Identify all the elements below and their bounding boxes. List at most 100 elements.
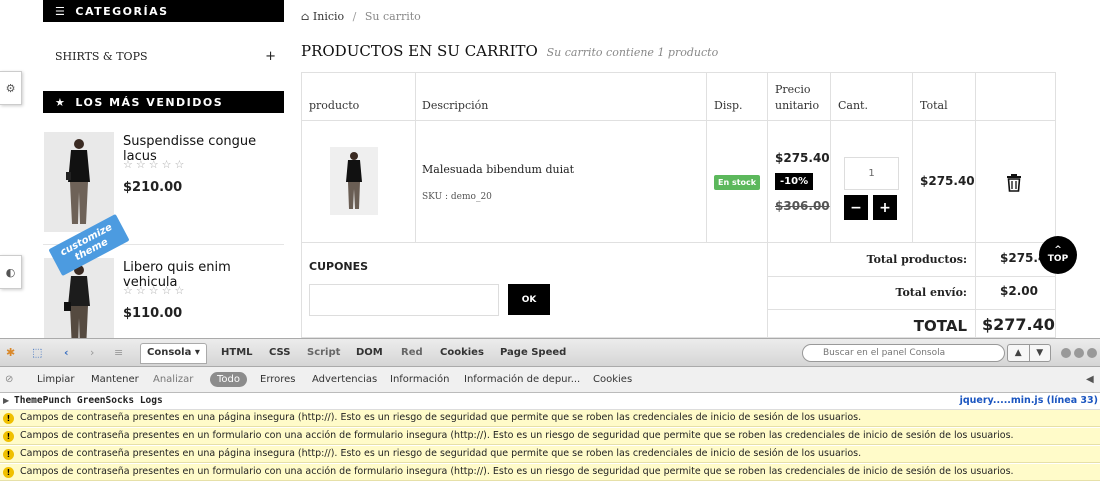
detach-icon[interactable]	[1074, 348, 1084, 358]
apply-coupon-button[interactable]: OK	[508, 284, 550, 315]
contrast-icon: ◐	[5, 265, 16, 279]
categories-title: CATEGORÍAS	[75, 4, 169, 18]
chevron-down-icon[interactable]: ▼	[1028, 345, 1051, 361]
chevron-up-icon[interactable]: ▲	[1008, 345, 1029, 361]
product-price: $210.00	[123, 180, 183, 195]
bestsellers-title: LOS MÁS VENDIDOS	[75, 95, 224, 109]
cart-count-subtitle: Su carrito contiene 1 producto	[546, 46, 719, 59]
scroll-left-icon[interactable]: ◀	[1086, 374, 1094, 385]
tab-dom[interactable]: DOM	[356, 347, 383, 358]
product-image[interactable]	[44, 258, 114, 338]
tab-cookies[interactable]: Cookies	[440, 347, 484, 358]
close-icon[interactable]	[1087, 348, 1097, 358]
warning-text: Campos de contraseña presentes en una pá…	[20, 412, 862, 423]
search-nav[interactable]: ▲ ▼	[1007, 344, 1051, 362]
filter-info[interactable]: Información	[390, 374, 449, 385]
console-search-input[interactable]	[802, 344, 1005, 362]
header-quantity: Cant.	[838, 99, 868, 112]
total-shipping-label: Total envío:	[895, 286, 967, 299]
old-price: $306.00	[775, 199, 830, 213]
category-item-shirts-tops[interactable]: SHIRTS & TOPS +	[43, 46, 284, 66]
firebug-toolbar: ✱ ⬚ ‹ › ≡ Consola ▾ HTML CSS Script DOM …	[0, 338, 1100, 367]
menu-icon: ☰	[55, 4, 67, 18]
back-icon[interactable]: ‹	[64, 346, 69, 359]
settings-panel-tab[interactable]: ⚙	[0, 71, 22, 105]
filter-cookies[interactable]: Cookies	[593, 374, 632, 385]
warning-icon: !	[3, 413, 14, 424]
coupons-label: CUPONES	[309, 260, 369, 273]
product-image[interactable]	[44, 132, 114, 232]
coupon-input[interactable]	[309, 284, 499, 316]
filter-debug-info[interactable]: Información de depur...	[464, 374, 580, 385]
theme-contrast-tab[interactable]: ◐	[0, 255, 22, 289]
scroll-top-button[interactable]: ^ TOP	[1039, 236, 1077, 274]
bestsellers-block-title: ★ LOS MÁS VENDIDOS	[43, 91, 284, 113]
inspect-icon[interactable]: ⬚	[32, 346, 42, 359]
quantity-increase-button[interactable]: +	[873, 195, 897, 220]
grid-line	[912, 73, 913, 242]
minimize-icon[interactable]	[1061, 348, 1071, 358]
tab-html[interactable]: HTML	[221, 347, 253, 358]
header-availability: Disp.	[714, 99, 743, 112]
grid-line	[975, 73, 976, 337]
warning-icon: !	[3, 431, 14, 442]
filter-profile[interactable]: Analizar	[153, 374, 193, 385]
grid-line	[415, 73, 416, 242]
discount-badge: -10%	[775, 173, 814, 190]
breadcrumb: ⌂ Inicio / Su carrito	[301, 10, 421, 23]
filter-clear[interactable]: Limpiar	[37, 374, 74, 385]
home-icon[interactable]: ⌂	[301, 10, 309, 23]
unit-price: $275.40	[775, 151, 830, 165]
grid-line	[830, 73, 831, 242]
console-warning-row[interactable]: ! Campos de contraseña presentes en un f…	[0, 464, 1100, 481]
filter-warnings[interactable]: Advertencias	[312, 374, 377, 385]
grid-line	[767, 73, 768, 337]
gear-icon: ⚙	[5, 81, 16, 95]
header-unit-price: Precio	[775, 83, 811, 96]
cart-item-image[interactable]	[330, 147, 378, 215]
grand-total-label: TOTAL	[913, 317, 967, 335]
header-total: Total	[920, 99, 948, 112]
console-warning-row[interactable]: ! Campos de contraseña presentes en una …	[0, 446, 1100, 463]
bestseller-product[interactable]: Libero quis enim vehicula ☆☆☆☆☆ $110.00	[43, 258, 284, 338]
header-unit-price-2: unitario	[775, 99, 820, 112]
filter-persist[interactable]: Mantener	[91, 374, 139, 385]
expand-icon[interactable]: ▶	[3, 396, 9, 405]
tab-css[interactable]: CSS	[269, 347, 290, 358]
log-source-link[interactable]: jquery.....min.js (línea 33)	[960, 395, 1098, 406]
categories-block-title: ☰ CATEGORÍAS	[43, 0, 284, 22]
console-warning-row[interactable]: ! Campos de contraseña presentes en una …	[0, 410, 1100, 427]
log-group-title: ThemePunch GreenSocks Logs	[14, 395, 163, 406]
page-title: PRODUCTOS EN SU CARRITO Su carrito conti…	[301, 42, 718, 60]
firebug-icon[interactable]: ✱	[6, 346, 15, 359]
command-line-icon[interactable]: ≡	[114, 346, 123, 359]
tab-console[interactable]: Consola ▾	[140, 343, 207, 364]
breadcrumb-home-link[interactable]: Inicio	[313, 10, 344, 23]
console-warning-row[interactable]: ! Campos de contraseña presentes en un f…	[0, 428, 1100, 445]
quantity-decrease-button[interactable]: −	[844, 195, 868, 220]
warning-icon: !	[3, 449, 14, 460]
category-item-label: SHIRTS & TOPS	[55, 49, 148, 63]
warning-text: Campos de contraseña presentes en un for…	[20, 430, 1014, 441]
quantity-input[interactable]	[844, 157, 899, 190]
total-products-label: Total productos:	[866, 253, 967, 266]
warning-text: Campos de contraseña presentes en una pá…	[20, 448, 862, 459]
tab-script[interactable]: Script	[307, 347, 340, 358]
forward-icon[interactable]: ›	[90, 346, 94, 359]
chevron-down-icon: ▾	[194, 347, 200, 358]
filter-all[interactable]: Todo	[210, 372, 247, 387]
console-log-group[interactable]: ▶ ThemePunch GreenSocks Logs jquery.....…	[0, 393, 1100, 410]
cart-item-name[interactable]: Malesuada bibendum duiat	[422, 163, 574, 176]
category-expand-icon[interactable]: +	[265, 49, 276, 64]
tab-net[interactable]: Red	[401, 347, 423, 358]
filter-errors[interactable]: Errores	[260, 374, 296, 385]
trash-icon[interactable]	[1004, 173, 1024, 193]
total-shipping-value: $2.00	[1000, 284, 1038, 298]
tab-page-speed[interactable]: Page Speed	[500, 347, 566, 358]
clear-console-icon[interactable]: ⊘	[5, 374, 13, 385]
warning-icon: !	[3, 467, 14, 478]
grid-line	[706, 73, 707, 242]
warning-text: Campos de contraseña presentes en un for…	[20, 466, 1014, 477]
bestseller-product[interactable]: Suspendisse congue lacus ☆☆☆☆☆ $210.00	[43, 132, 284, 232]
product-price: $110.00	[123, 306, 183, 321]
